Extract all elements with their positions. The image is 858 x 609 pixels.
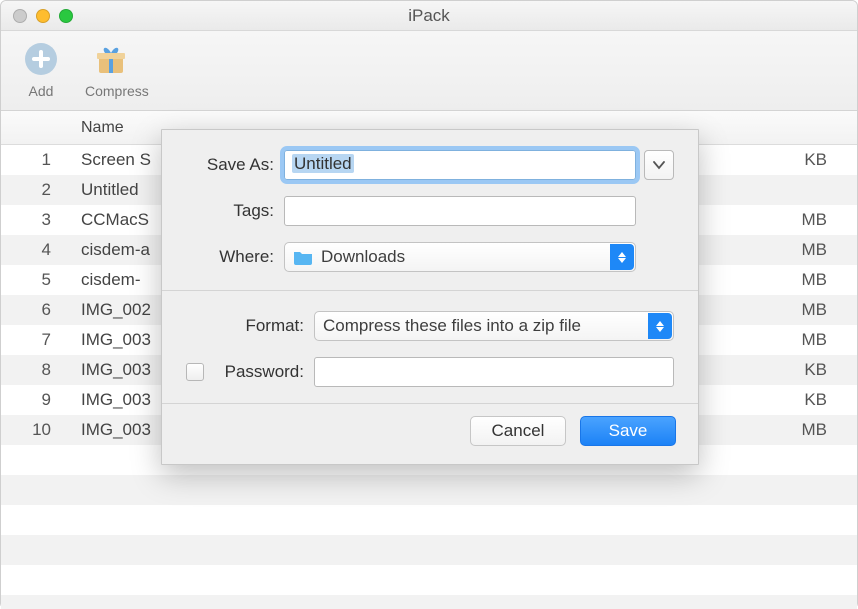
where-label: Where:: [186, 247, 284, 267]
fullscreen-icon[interactable]: [59, 9, 73, 23]
format-label: Format:: [186, 316, 314, 336]
table-row-empty: [1, 595, 857, 609]
tags-input[interactable]: [284, 196, 636, 226]
table-row-empty: [1, 565, 857, 595]
add-button[interactable]: Add: [15, 39, 67, 106]
save-button[interactable]: Save: [580, 416, 676, 446]
window-title: iPack: [1, 6, 857, 26]
compress-button[interactable]: Compress: [85, 39, 137, 106]
add-icon: [21, 39, 61, 79]
stepper-icon: [610, 244, 634, 270]
app-window: iPack Add Comp: [0, 0, 858, 609]
save-as-label: Save As:: [186, 155, 284, 175]
gift-icon: [91, 39, 131, 79]
close-icon[interactable]: [13, 9, 27, 23]
password-input[interactable]: [314, 357, 674, 387]
format-value: Compress these files into a zip file: [323, 316, 581, 336]
where-select[interactable]: Downloads: [284, 242, 636, 272]
table-row-empty: [1, 505, 857, 535]
add-label: Add: [29, 83, 54, 99]
tags-label: Tags:: [186, 201, 284, 221]
password-checkbox[interactable]: [186, 363, 204, 381]
titlebar[interactable]: iPack: [1, 1, 857, 31]
chevron-down-icon: [653, 155, 665, 175]
save-dialog: Save As: Untitled Tags: Where:: [161, 129, 699, 465]
table-row-empty: [1, 535, 857, 565]
toolbar: Add Compress: [1, 31, 857, 111]
save-as-input[interactable]: Untitled: [284, 150, 636, 180]
minimize-icon[interactable]: [36, 9, 50, 23]
where-value: Downloads: [321, 247, 405, 267]
password-label: Password:: [210, 362, 314, 382]
table-row-empty: [1, 475, 857, 505]
compress-label: Compress: [85, 83, 149, 99]
expand-button[interactable]: [644, 150, 674, 180]
folder-icon: [293, 249, 313, 265]
stepper-icon: [648, 313, 672, 339]
save-as-value: Untitled: [292, 154, 354, 173]
cancel-button[interactable]: Cancel: [470, 416, 566, 446]
format-select[interactable]: Compress these files into a zip file: [314, 311, 674, 341]
